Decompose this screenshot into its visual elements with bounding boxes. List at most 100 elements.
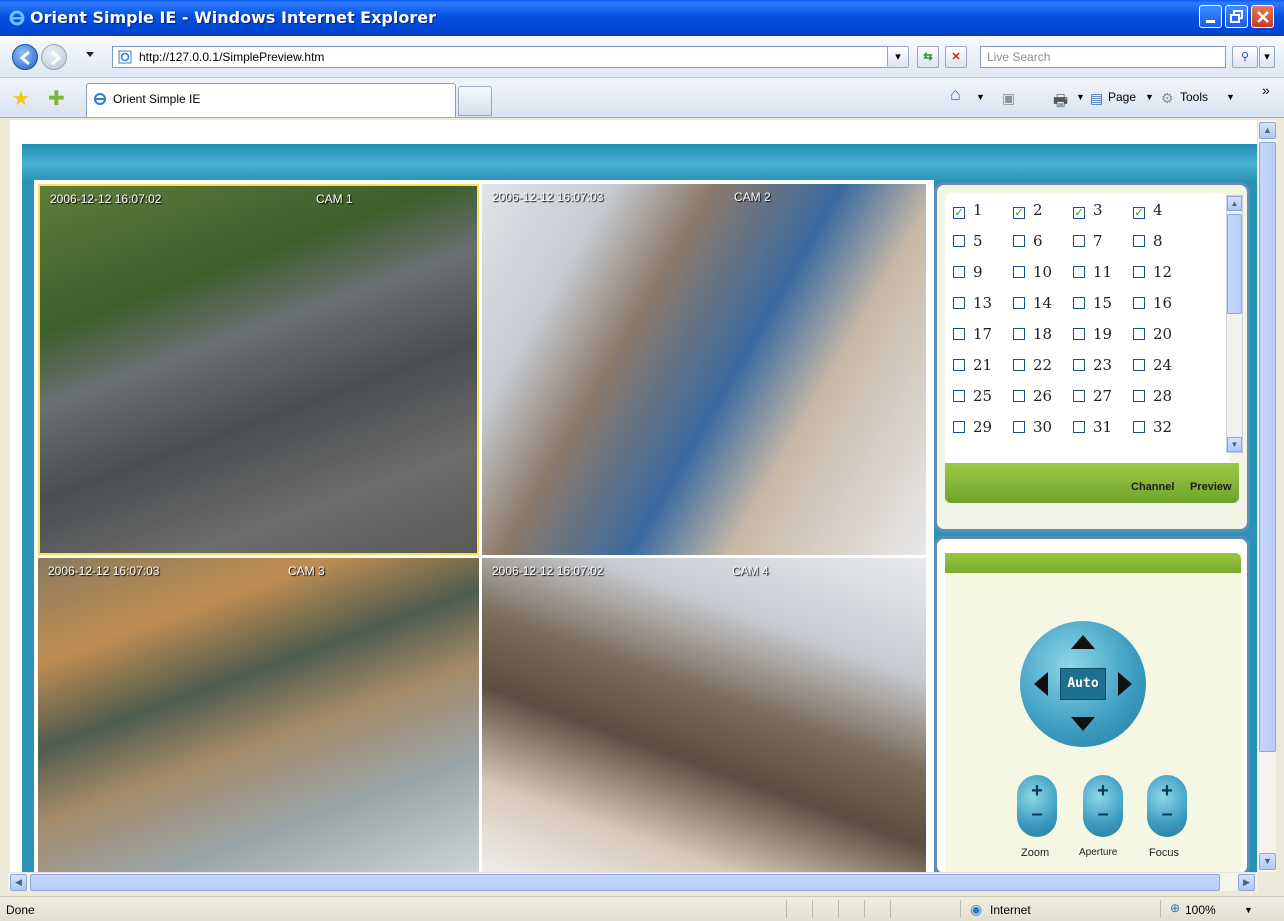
channel-31-checkbox[interactable]: 31: [1073, 418, 1112, 440]
unchecked-icon[interactable]: [953, 421, 965, 433]
restore-button[interactable]: [1225, 5, 1248, 28]
tools-dropdown-icon[interactable]: ▼: [1226, 92, 1235, 102]
unchecked-icon[interactable]: [953, 390, 965, 402]
chevron-more-icon[interactable]: »: [1262, 82, 1270, 98]
unchecked-icon[interactable]: [1133, 359, 1145, 371]
zoom-dropdown-icon[interactable]: ▼: [1244, 905, 1253, 915]
channel-19-checkbox[interactable]: 19: [1073, 325, 1112, 347]
channel-13-checkbox[interactable]: 13: [953, 294, 992, 316]
close-button[interactable]: [1251, 5, 1274, 28]
channel-11-checkbox[interactable]: 11: [1073, 263, 1112, 285]
channel-30-checkbox[interactable]: 30: [1013, 418, 1052, 440]
unchecked-icon[interactable]: [1013, 266, 1025, 278]
unchecked-icon[interactable]: [1073, 421, 1085, 433]
unchecked-icon[interactable]: [1073, 235, 1085, 247]
channel-7-checkbox[interactable]: 7: [1073, 232, 1103, 254]
channel-20-checkbox[interactable]: 20: [1133, 325, 1172, 347]
aperture-open-icon[interactable]: +: [1083, 780, 1123, 803]
unchecked-icon[interactable]: [1013, 328, 1025, 340]
tilt-down-icon[interactable]: [1071, 717, 1095, 731]
focus-near-icon[interactable]: +: [1147, 780, 1187, 803]
unchecked-icon[interactable]: [1013, 421, 1025, 433]
channel-4-checkbox[interactable]: ✓ 4: [1133, 201, 1163, 223]
channel-18-checkbox[interactable]: 18: [1013, 325, 1052, 347]
channel-29-checkbox[interactable]: 29: [953, 418, 992, 440]
channel-10-checkbox[interactable]: 10: [1013, 263, 1052, 285]
favorites-star-icon[interactable]: ★: [12, 86, 30, 111]
unchecked-icon[interactable]: [953, 266, 965, 278]
scroll-up-icon[interactable]: ▲: [1227, 196, 1242, 211]
search-options-button[interactable]: ▾: [1259, 46, 1275, 68]
unchecked-icon[interactable]: [1073, 328, 1085, 340]
unchecked-icon[interactable]: [1133, 235, 1145, 247]
page-menu-button[interactable]: Page: [1108, 90, 1136, 104]
channel-27-checkbox[interactable]: 27: [1073, 387, 1112, 409]
scroll-thumb[interactable]: [30, 874, 1220, 891]
tilt-up-icon[interactable]: [1071, 635, 1095, 649]
unchecked-icon[interactable]: [1133, 297, 1145, 309]
channel-1-checkbox[interactable]: ✓ 1: [953, 201, 983, 223]
unchecked-icon[interactable]: [1013, 235, 1025, 247]
channel-9-checkbox[interactable]: 9: [953, 263, 983, 285]
camera-view-1[interactable]: 2006-12-12 16:07:02 CAM 1: [38, 184, 479, 555]
add-favorite-icon[interactable]: ✚: [48, 86, 65, 111]
channel-28-checkbox[interactable]: 28: [1133, 387, 1172, 409]
camera-view-3[interactable]: 2006-12-12 16:07:03 CAM 3: [38, 558, 479, 872]
url-dropdown-button[interactable]: ▾: [887, 46, 909, 68]
print-dropdown-icon[interactable]: ▼: [1076, 92, 1085, 102]
channel-14-checkbox[interactable]: 14: [1013, 294, 1052, 316]
channel-17-checkbox[interactable]: 17: [953, 325, 992, 347]
channel-8-checkbox[interactable]: 8: [1133, 232, 1163, 254]
checked-icon[interactable]: ✓: [1073, 207, 1085, 219]
checked-icon[interactable]: ✓: [953, 207, 965, 219]
channel-scrollbar[interactable]: ▲ ▼: [1226, 195, 1243, 453]
unchecked-icon[interactable]: [1133, 421, 1145, 433]
vertical-scrollbar[interactable]: ▲ ▼: [1257, 120, 1276, 872]
scroll-down-icon[interactable]: ▼: [1259, 853, 1276, 870]
recent-pages-dropdown-icon[interactable]: [86, 52, 94, 57]
minimize-button[interactable]: [1199, 5, 1222, 28]
page-dropdown-icon[interactable]: ▼: [1145, 92, 1154, 102]
zoom-level[interactable]: 100%: [1185, 903, 1216, 917]
horizontal-scrollbar[interactable]: ◀ ▶: [8, 872, 1257, 891]
checked-icon[interactable]: ✓: [1013, 207, 1025, 219]
new-tab-button[interactable]: [458, 86, 492, 116]
camera-view-2[interactable]: 2006-12-12 16:07:03 CAM 2: [482, 184, 926, 555]
channel-21-checkbox[interactable]: 21: [953, 356, 992, 378]
channel-22-checkbox[interactable]: 22: [1013, 356, 1052, 378]
unchecked-icon[interactable]: [1133, 328, 1145, 340]
channel-24-checkbox[interactable]: 24: [1133, 356, 1172, 378]
channel-32-checkbox[interactable]: 32: [1133, 418, 1172, 440]
unchecked-icon[interactable]: [1013, 359, 1025, 371]
checked-icon[interactable]: ✓: [1133, 207, 1145, 219]
feeds-icon[interactable]: ▣: [1002, 90, 1015, 107]
zoom-out-icon[interactable]: –: [1017, 803, 1057, 826]
print-icon[interactable]: 🖶: [1053, 90, 1068, 117]
unchecked-icon[interactable]: [953, 359, 965, 371]
aperture-close-icon[interactable]: –: [1083, 803, 1123, 826]
home-icon[interactable]: ⌂: [950, 84, 961, 105]
preview-button[interactable]: Preview: [1190, 481, 1232, 493]
unchecked-icon[interactable]: [1013, 297, 1025, 309]
home-dropdown-icon[interactable]: ▼: [976, 92, 985, 102]
channel-3-checkbox[interactable]: ✓ 3: [1073, 201, 1103, 223]
pan-left-icon[interactable]: [1034, 672, 1048, 696]
unchecked-icon[interactable]: [1013, 390, 1025, 402]
channel-2-checkbox[interactable]: ✓ 2: [1013, 201, 1043, 223]
unchecked-icon[interactable]: [1133, 266, 1145, 278]
scroll-left-icon[interactable]: ◀: [10, 874, 27, 891]
channel-23-checkbox[interactable]: 23: [1073, 356, 1112, 378]
search-button[interactable]: ⚲: [1232, 46, 1258, 68]
refresh-button[interactable]: ⇆: [917, 46, 939, 68]
channel-15-checkbox[interactable]: 15: [1073, 294, 1112, 316]
unchecked-icon[interactable]: [953, 328, 965, 340]
scroll-up-icon[interactable]: ▲: [1259, 122, 1276, 139]
unchecked-icon[interactable]: [1073, 266, 1085, 278]
auto-button[interactable]: Auto: [1060, 668, 1106, 700]
camera-view-4[interactable]: 2006-12-12 16:07:02 CAM 4: [482, 558, 926, 872]
search-input[interactable]: Live Search: [980, 46, 1226, 68]
scroll-thumb[interactable]: [1259, 142, 1276, 752]
tab-orient-simple-ie[interactable]: Orient Simple IE: [86, 83, 456, 117]
tools-menu-button[interactable]: Tools: [1180, 90, 1208, 104]
channel-26-checkbox[interactable]: 26: [1013, 387, 1052, 409]
